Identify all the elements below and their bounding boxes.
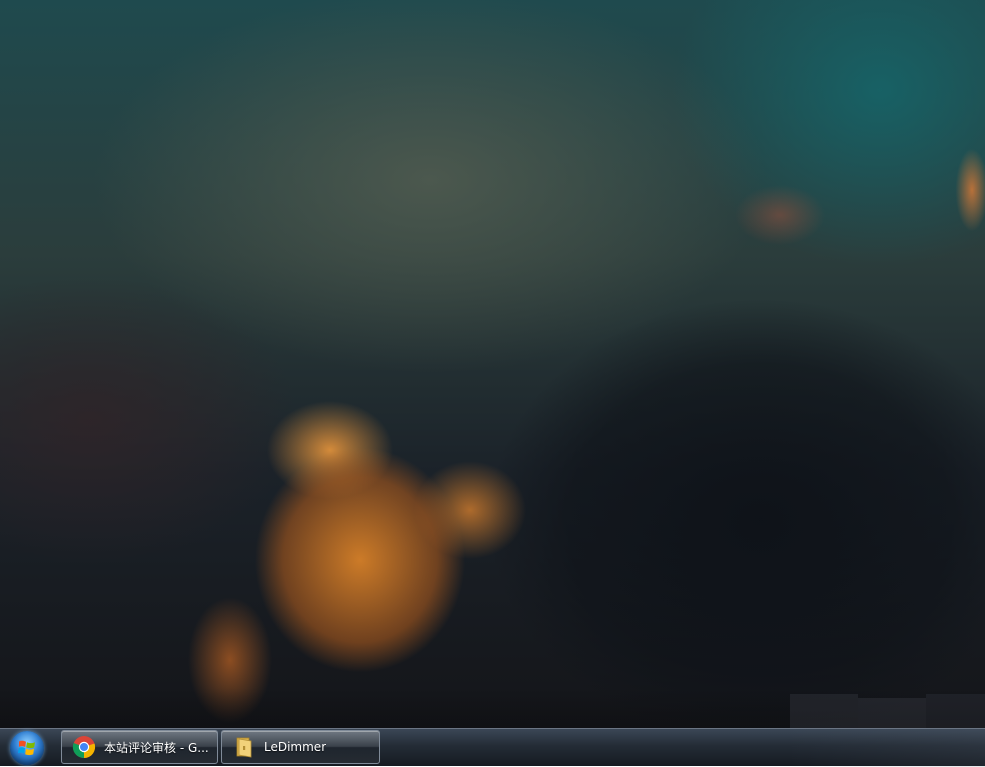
taskbar-item-label: 本站评论审核 - G... <box>104 740 209 755</box>
taskbar-item-ledimmer[interactable]: LeDimmer <box>221 730 380 764</box>
notification-area <box>789 729 985 767</box>
start-button[interactable] <box>6 731 48 765</box>
taskbar-item-label: LeDimmer <box>264 740 327 754</box>
folder-icon <box>236 737 252 758</box>
desktop-wallpaper <box>0 0 985 728</box>
taskbar: 本站评论审核 - G... LeDimmer <box>0 728 985 767</box>
taskbar-item-chrome[interactable]: 本站评论审核 - G... <box>61 730 218 764</box>
chrome-icon <box>72 736 96 759</box>
windows-logo-icon <box>10 731 44 765</box>
